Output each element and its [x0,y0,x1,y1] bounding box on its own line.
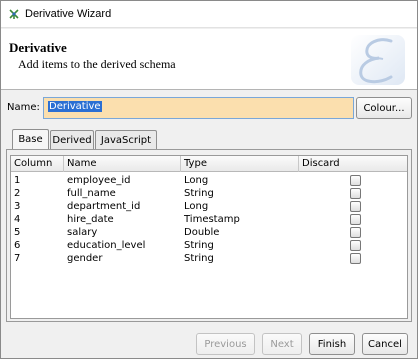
previous-button[interactable]: Previous [196,333,255,355]
table-row[interactable]: 3 department_id Long [11,200,407,213]
cell-name: department_id [67,201,141,212]
discard-checkbox[interactable] [350,240,361,251]
cell-type: Long [184,175,209,186]
title-bar: Derivative Wizard [1,1,417,28]
next-button[interactable]: Next [262,333,302,355]
wizard-header: Derivative Add items to the derived sche… [1,29,417,90]
cell-type: Double [184,227,220,238]
table-row[interactable]: 7 gender String [11,252,407,265]
column-header-name[interactable]: Name [64,156,181,172]
cell-name: education_level [67,240,146,251]
cell-name: full_name [67,188,116,199]
table-row[interactable]: 6 education_level String [11,239,407,252]
cell-column: 1 [14,175,21,186]
tab-base[interactable]: Base [12,129,49,149]
header-subtitle: Add items to the derived schema [18,57,176,71]
cell-column: 2 [14,188,21,199]
cancel-button[interactable]: Cancel [362,333,408,355]
name-label: Name: [7,102,40,113]
cell-type: String [184,240,214,251]
discard-checkbox[interactable] [350,175,361,186]
app-icon [9,9,19,19]
column-header-discard[interactable]: Discard [299,156,407,172]
cell-column: 6 [14,240,21,251]
cell-type: String [184,253,214,264]
table-header: Column Name Type Discard [11,156,407,172]
tab-derived[interactable]: Derived [50,130,94,149]
table-row[interactable]: 1 employee_id Long [11,174,407,187]
window-title: Derivative Wizard [25,8,112,20]
column-header-column[interactable]: Column [11,156,64,172]
name-input-value: Derivative [48,101,102,112]
cell-name: employee_id [67,175,131,186]
cell-column: 3 [14,201,21,212]
cell-name: hire_date [67,214,114,225]
discard-checkbox[interactable] [350,214,361,225]
tab-javascript[interactable]: JavaScript [95,130,157,149]
cell-type: Timestamp [184,214,240,225]
base-tab-panel: Column Name Type Discard 1 employee_id L… [6,149,412,322]
cell-type: Long [184,201,209,212]
discard-checkbox[interactable] [350,227,361,238]
discard-checkbox[interactable] [350,188,361,199]
discard-checkbox[interactable] [350,253,361,264]
finish-button[interactable]: Finish [309,333,355,355]
table-row[interactable]: 5 salary Double [11,226,407,239]
cell-name: salary [67,227,98,238]
table-row[interactable]: 2 full_name String [11,187,407,200]
cell-column: 4 [14,214,21,225]
table-row[interactable]: 4 hire_date Timestamp [11,213,407,226]
cell-column: 5 [14,227,21,238]
cell-name: gender [67,253,103,264]
header-title: Derivative [9,40,67,55]
discard-checkbox[interactable] [350,201,361,212]
colour-button[interactable]: Colour... [356,97,412,119]
cell-type: String [184,188,214,199]
derivative-wizard-window: Derivative Wizard Derivative Add items t… [0,0,418,359]
schema-table: Column Name Type Discard 1 employee_id L… [10,155,408,319]
cell-column: 7 [14,253,21,264]
name-input[interactable]: Derivative [43,97,354,119]
script-e-logo-icon [351,35,405,85]
column-header-type[interactable]: Type [181,156,299,172]
